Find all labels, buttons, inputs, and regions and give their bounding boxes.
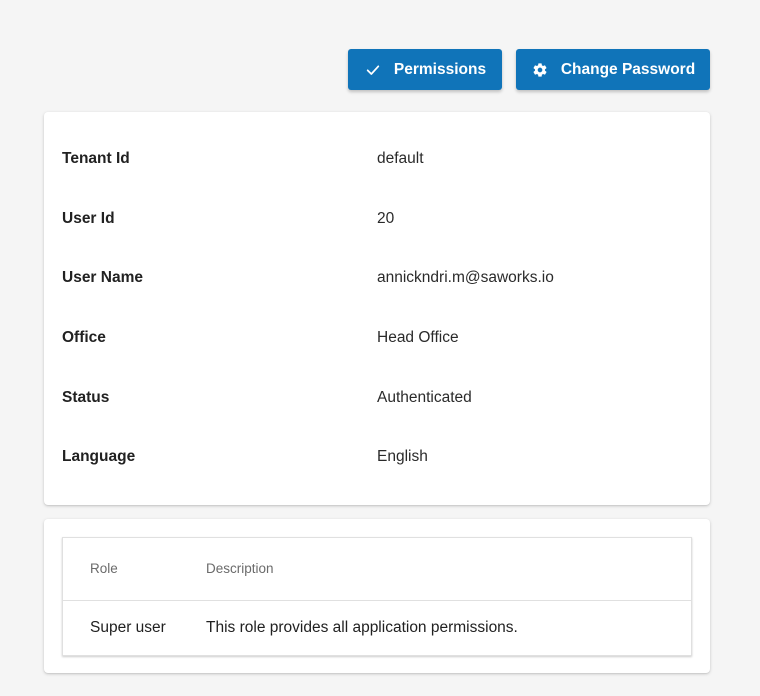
gear-icon (531, 61, 549, 79)
table-header: Role Description (63, 538, 691, 601)
detail-label: User Name (62, 269, 143, 286)
detail-label: Tenant Id (62, 150, 130, 167)
detail-value: English (377, 448, 428, 465)
column-header-role: Role (90, 561, 118, 576)
checkmark-icon (364, 61, 382, 79)
detail-row-language: Language English (44, 448, 710, 472)
description-cell: This role provides all application permi… (206, 619, 518, 636)
detail-label: Language (62, 448, 136, 465)
role-cell: Super user (90, 619, 166, 636)
change-password-button-label: Change Password (560, 60, 696, 78)
column-header-description: Description (206, 561, 274, 576)
detail-label: Status (62, 389, 110, 406)
detail-value: annickndri.m@saworks.io (377, 269, 554, 286)
table-row: Super user This role provides all applic… (63, 601, 691, 656)
detail-row-user-id: User Id 20 (44, 210, 710, 234)
detail-label: Office (62, 329, 106, 346)
detail-row-status: Status Authenticated (44, 389, 710, 413)
permissions-button[interactable]: Permissions (348, 49, 502, 90)
detail-row-user-name: User Name annickndri.m@saworks.io (44, 269, 710, 293)
roles-card: Role Description Super user This role pr… (44, 519, 710, 673)
detail-value: default (377, 150, 424, 167)
detail-row-office: Office Head Office (44, 329, 710, 353)
detail-value: Authenticated (377, 389, 472, 406)
detail-value: 20 (377, 210, 395, 227)
roles-table: Role Description Super user This role pr… (62, 537, 692, 656)
profile-actions: Permissions Change Password (348, 49, 710, 90)
permissions-button-label: Permissions (393, 60, 487, 78)
user-details-card: Tenant Id default User Id 20 User Name a… (44, 112, 710, 505)
detail-value: Head Office (377, 329, 459, 346)
change-password-button[interactable]: Change Password (516, 49, 710, 90)
detail-label: User Id (62, 210, 115, 227)
user-profile-page: Permissions Change Password Tenant Id de… (0, 0, 760, 696)
detail-row-tenant-id: Tenant Id default (44, 150, 710, 174)
